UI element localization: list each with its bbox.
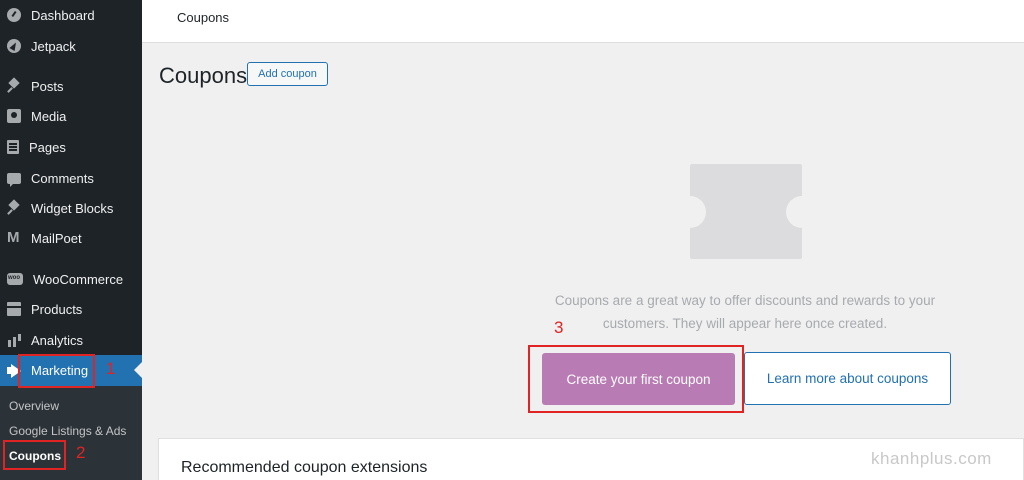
woocommerce-icon <box>7 273 23 285</box>
comment-icon <box>7 172 21 187</box>
bar-chart-icon <box>7 333 21 347</box>
top-bar: Coupons <box>142 0 1024 43</box>
sidebar-item-dashboard[interactable]: Dashboard <box>0 0 142 30</box>
sidebar-item-label: MailPoet <box>31 230 82 246</box>
sidebar-item-label: Products <box>31 301 83 317</box>
sidebar-item-label: Analytics <box>31 332 84 348</box>
media-icon <box>7 109 21 123</box>
annotation-box-coupons <box>3 440 66 470</box>
mailpoet-icon: M <box>7 229 20 246</box>
archive-icon <box>7 302 21 316</box>
sidebar-item-label: Widget Blocks <box>31 200 114 216</box>
empty-state-line-1: Coupons are a great way to offer discoun… <box>554 293 936 308</box>
admin-sidebar: Dashboard Jetpack Posts Media Pages Comm… <box>0 0 142 480</box>
annotation-box-marketing <box>18 354 95 388</box>
annotation-number-2: 2 <box>76 443 86 462</box>
learn-more-coupons-button[interactable]: Learn more about coupons <box>744 352 951 405</box>
sidebar-item-mailpoet[interactable]: M MailPoet <box>0 223 142 253</box>
sidebar-item-label: WooCommerce <box>33 271 124 287</box>
ticket-icon <box>674 164 818 259</box>
add-coupon-button[interactable]: Add coupon <box>247 62 328 86</box>
ticket-notch-right <box>786 196 818 228</box>
recommended-extensions-title: Recommended coupon extensions <box>181 459 428 476</box>
jetpack-icon <box>7 39 21 53</box>
sidebar-item-label: Dashboard <box>31 7 95 23</box>
annotation-number-1: 1 <box>106 359 116 378</box>
watermark: khanhplus.com <box>871 449 992 468</box>
breadcrumb: Coupons <box>177 10 230 25</box>
sidebar-item-jetpack[interactable]: Jetpack <box>0 31 142 61</box>
submenu-item-overview[interactable]: Overview <box>9 399 59 413</box>
sidebar-item-widget-blocks[interactable]: Widget Blocks <box>0 193 142 223</box>
sidebar-item-label: Comments <box>31 170 94 186</box>
pin-icon <box>7 79 21 93</box>
empty-state-line-2: customers. They will appear here once cr… <box>602 316 888 331</box>
pin-icon <box>7 201 21 215</box>
submenu-item-google-listings[interactable]: Google Listings & Ads <box>9 424 126 438</box>
sidebar-item-media[interactable]: Media <box>0 101 142 131</box>
gauge-icon <box>7 8 21 22</box>
sidebar-item-posts[interactable]: Posts <box>0 71 142 101</box>
ticket-notch-left <box>674 196 706 228</box>
sidebar-item-label: Jetpack <box>31 38 76 54</box>
sidebar-item-label: Posts <box>31 78 64 94</box>
page-title: Coupons <box>159 63 248 88</box>
sidebar-item-products[interactable]: Products <box>0 294 142 324</box>
sidebar-item-comments[interactable]: Comments <box>0 163 142 193</box>
sidebar-item-label: Media <box>31 108 67 124</box>
sidebar-item-woocommerce[interactable]: WooCommerce <box>0 264 142 294</box>
sidebar-item-label: Pages <box>29 139 66 155</box>
pages-icon <box>7 140 19 154</box>
annotation-box-create-coupon <box>528 345 744 413</box>
empty-state-text: Coupons are a great way to offer discoun… <box>540 289 950 335</box>
sidebar-item-analytics[interactable]: Analytics <box>0 325 142 355</box>
annotation-number-3: 3 <box>554 318 564 337</box>
sidebar-item-pages[interactable]: Pages <box>0 132 142 162</box>
